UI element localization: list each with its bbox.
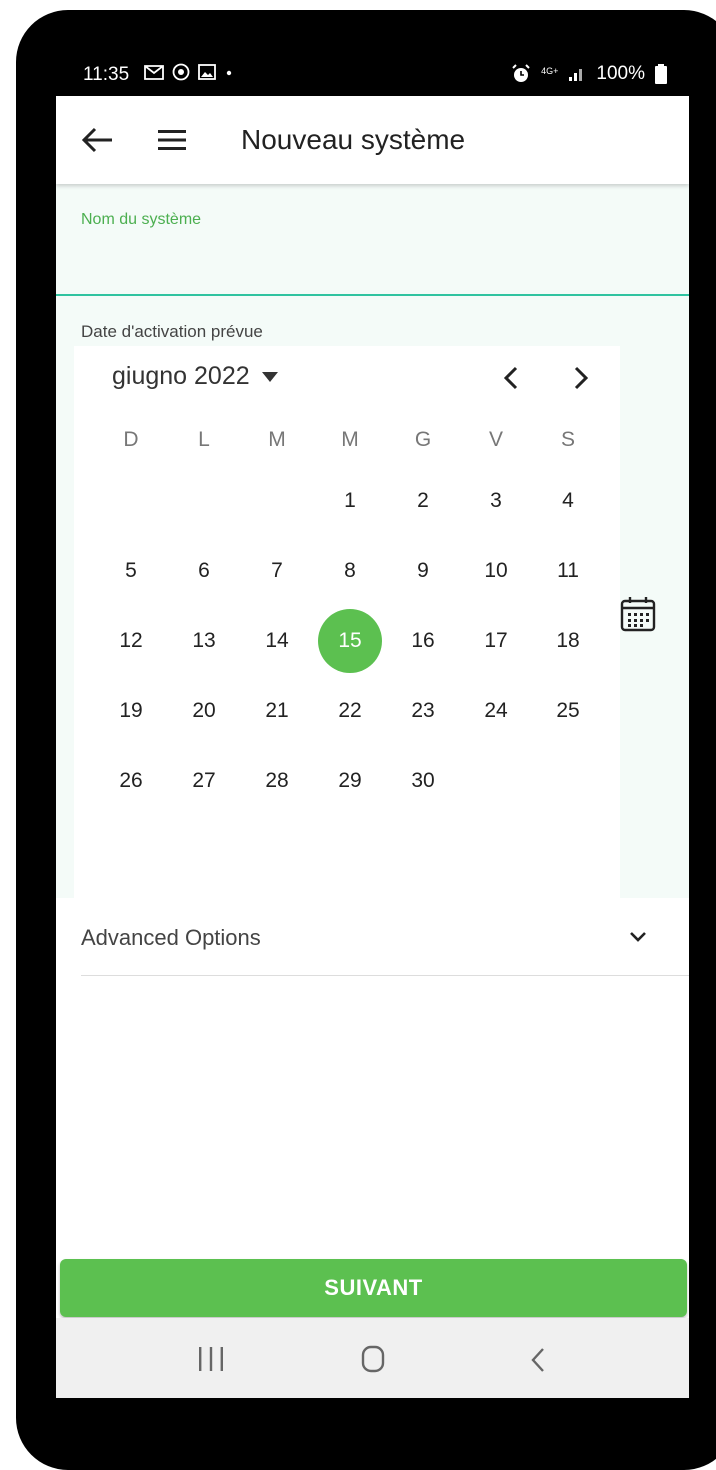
calendar-day[interactable]: 6	[172, 539, 236, 603]
next-button[interactable]: SUIVANT	[60, 1259, 687, 1317]
previous-month-chevron-icon[interactable]	[496, 360, 526, 396]
notification-icons	[144, 63, 234, 81]
system-name-label: Nom du système	[81, 211, 202, 228]
dropdown-triangle-icon	[261, 371, 278, 382]
calendar-day[interactable]: 7	[245, 539, 309, 603]
app-notification-icon	[172, 63, 190, 81]
calendar-day[interactable]: 12	[99, 609, 163, 673]
calendar-day[interactable]: 19	[99, 679, 163, 743]
calendar-day[interactable]: 5	[99, 539, 163, 603]
status-right-group: 4G+ 100%	[511, 63, 667, 85]
calendar-day[interactable]: 21	[245, 679, 309, 743]
page-title: Nouveau système	[241, 124, 466, 155]
selected-day[interactable]: 15	[318, 609, 382, 673]
calendar: giugno 2022 DLMMGVS 1 2 3 4 5 6 7 8 9 10 11 12 13 14 1…	[74, 346, 620, 898]
hamburger-menu-icon[interactable]	[158, 130, 186, 150]
weekday-label: D	[123, 428, 139, 451]
calendar-day[interactable]: 24	[464, 679, 528, 743]
battery-icon	[655, 64, 667, 84]
activation-date-section: Date d'activation prévue giugno 2022 D L M…	[56, 296, 689, 898]
calendar-day[interactable]: 22	[318, 679, 382, 743]
calendar-day[interactable]: 25	[536, 679, 600, 743]
nav-back-icon[interactable]	[529, 1346, 547, 1374]
back-arrow-icon[interactable]	[80, 126, 114, 154]
status-bar: 11:35 4G+ 100%	[56, 54, 689, 96]
calendar-day[interactable]: 20	[172, 679, 236, 743]
calendar-day[interactable]: 4	[536, 469, 600, 533]
calendar-day[interactable]: 13	[172, 609, 236, 673]
activation-date-label: Date d'activation prévue	[81, 322, 263, 341]
calendar-day[interactable]: 18	[536, 609, 600, 673]
calendar-day[interactable]: 27	[172, 749, 236, 813]
calendar-day[interactable]: 26	[99, 749, 163, 813]
calendar-day[interactable]: 8	[318, 539, 382, 603]
calendar-day[interactable]: 10	[464, 539, 528, 603]
weekday-label: M	[341, 428, 359, 451]
calendar-day[interactable]: 16	[391, 609, 455, 673]
calendar-day[interactable]: 11	[536, 539, 600, 603]
chevron-down-icon[interactable]	[627, 929, 649, 945]
network-type-label: 4G+	[541, 65, 559, 76]
advanced-options-label: Advanced Options	[81, 925, 261, 950]
system-navigation-bar	[56, 1318, 689, 1398]
calendar-day[interactable]: 29	[318, 749, 382, 813]
calendar-day[interactable]: 28	[245, 749, 309, 813]
calendar-day[interactable]: 14	[245, 609, 309, 673]
calendar-day[interactable]: 2	[391, 469, 455, 533]
weekday-label: S	[560, 428, 575, 451]
weekday-label: M	[268, 428, 286, 451]
app-bar: Nouveau système	[56, 96, 689, 184]
calendar-day[interactable]: 3	[464, 469, 528, 533]
status-time: 11:35	[83, 64, 130, 85]
dot-icon	[226, 70, 232, 76]
battery-percent: 100%	[596, 63, 645, 84]
calendar-day[interactable]: 17	[464, 609, 528, 673]
next-month-chevron-icon[interactable]	[566, 360, 596, 396]
calendar-icon[interactable]	[620, 596, 656, 632]
home-icon[interactable]	[361, 1345, 385, 1373]
system-name-field[interactable]: Nom du système	[56, 184, 689, 296]
alarm-icon	[512, 64, 530, 82]
signal-icon	[569, 69, 583, 81]
month-year-label: giugno 2022	[112, 362, 250, 390]
image-icon	[198, 64, 216, 80]
calendar-day[interactable]: 30	[391, 749, 455, 813]
calendar-day[interactable]: 9	[391, 539, 455, 603]
weekday-label: G	[414, 428, 432, 451]
month-year-selector[interactable]: giugno 2022	[112, 362, 278, 391]
weekday-label: L	[198, 428, 210, 451]
screen: 11:35 4G+ 100% Nouveau système Nom du sy…	[56, 54, 689, 1398]
advanced-options-row[interactable]: Advanced Options	[81, 899, 689, 976]
gmail-icon	[144, 65, 164, 80]
calendar-day[interactable]: 1	[318, 469, 382, 533]
recent-apps-icon[interactable]	[196, 1346, 226, 1372]
weekday-label: V	[488, 428, 503, 451]
calendar-day[interactable]: 23	[391, 679, 455, 743]
